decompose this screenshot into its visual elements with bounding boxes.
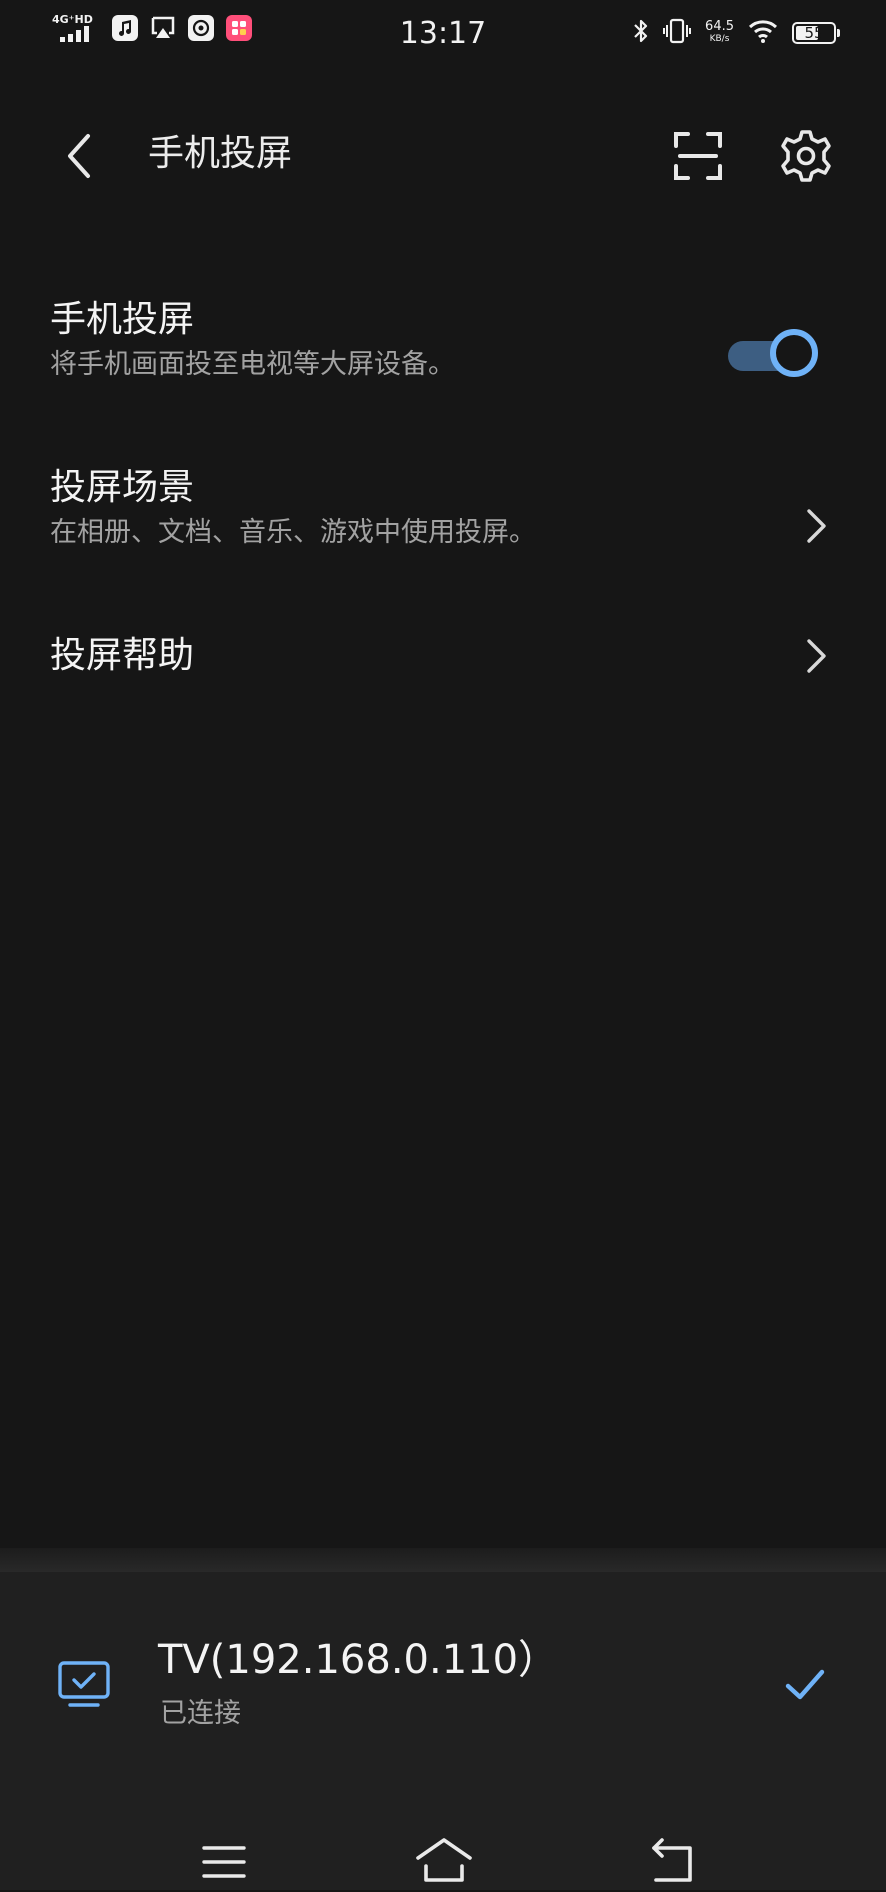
battery-icon: 55 (792, 22, 840, 44)
chevron-right-icon (807, 639, 826, 673)
device-status: 已连接 (160, 1698, 241, 1729)
speed-value: 64.5 (705, 19, 734, 34)
nav-back-button[interactable] (644, 1828, 704, 1888)
device-name: TV(192.168.0.110） (158, 1637, 559, 1683)
home-icon (416, 1838, 472, 1882)
status-bar-right: 64.5 KB/s 55 (633, 18, 840, 48)
gear-icon (781, 130, 831, 182)
screen-cast-row[interactable]: 手机投屏 将手机画面投至电视等大屏设备。 (0, 290, 886, 410)
cast-scenes-title: 投屏场景 (50, 467, 195, 508)
speed-unit: KB/s (709, 34, 730, 44)
navigation-bar (0, 1828, 886, 1890)
chevron-left-icon (68, 134, 90, 178)
sheet-divider (0, 1548, 886, 1574)
cast-help-title: 投屏帮助 (50, 635, 195, 676)
back-icon (652, 1838, 692, 1882)
battery-level: 55 (804, 24, 824, 42)
app-header: 手机投屏 (0, 100, 886, 210)
scan-icon (674, 132, 722, 180)
screen-cast-subtitle: 将手机画面投至电视等大屏设备。 (50, 349, 455, 380)
page-title: 手机投屏 (148, 133, 293, 174)
back-button[interactable] (50, 126, 110, 186)
scan-button[interactable] (670, 128, 726, 184)
vibrate-icon (663, 18, 692, 48)
tv-icon (58, 1661, 110, 1707)
cast-scenes-row[interactable]: 投屏场景 在相册、文档、音乐、游戏中使用投屏。 (0, 458, 886, 578)
chevron-right-icon (807, 509, 826, 543)
check-icon (785, 1669, 825, 1700)
status-bar: 4G⁺HD 13:17 64.5 KB/s 55 (0, 0, 886, 70)
menu-icon (202, 1846, 246, 1878)
cast-help-row[interactable]: 投屏帮助 (0, 624, 886, 704)
cast-scenes-subtitle: 在相册、文档、音乐、游戏中使用投屏。 (50, 517, 536, 548)
wifi-icon (748, 19, 778, 47)
network-speed: 64.5 KB/s (705, 19, 734, 45)
recent-apps-button[interactable] (194, 1828, 254, 1888)
screen-cast-title: 手机投屏 (50, 299, 195, 340)
toggle-knob (770, 329, 818, 377)
settings-button[interactable] (776, 126, 836, 186)
screen-cast-toggle[interactable] (726, 324, 826, 384)
home-button[interactable] (414, 1828, 474, 1888)
bluetooth-icon (633, 18, 649, 48)
